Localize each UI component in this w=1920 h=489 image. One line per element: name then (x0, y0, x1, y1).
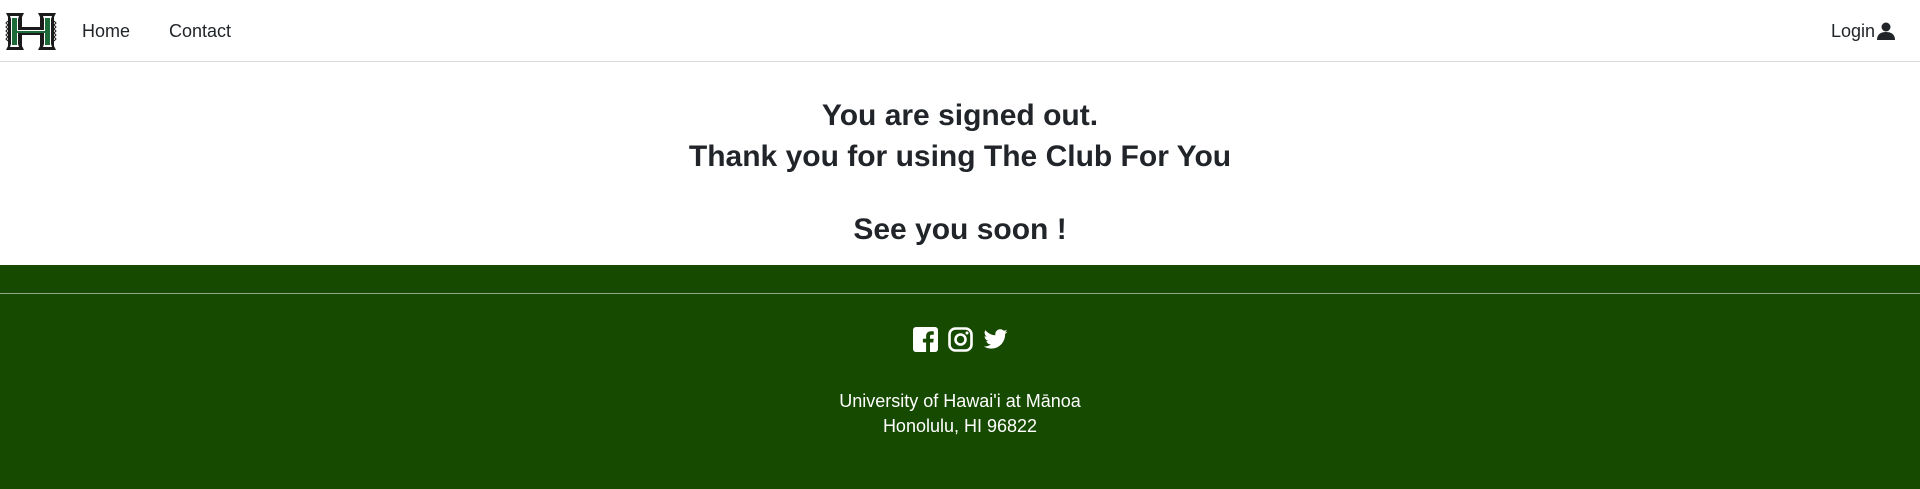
page-footer: University of Hawai'i at Mānoa Honolulu,… (0, 265, 1920, 489)
footer-address: University of Hawai'i at Mānoa Honolulu,… (0, 389, 1920, 439)
nav-contact-link[interactable]: Contact (169, 20, 231, 42)
signout-message: You are signed out. Thank you for using … (0, 62, 1920, 265)
instagram-icon[interactable] (947, 327, 973, 352)
footer-divider (0, 293, 1920, 294)
top-navbar: Home Contact Login (0, 0, 1920, 62)
social-links (0, 327, 1920, 352)
nav-home-link[interactable]: Home (82, 20, 130, 42)
university-h-logo-icon[interactable] (4, 11, 58, 52)
login-button[interactable]: Login (1831, 20, 1896, 42)
address-line-1: University of Hawai'i at Mānoa (839, 391, 1081, 411)
address-line-2: Honolulu, HI 96822 (882, 416, 1038, 436)
login-label: Login (1830, 21, 1875, 41)
facebook-icon[interactable] (912, 327, 938, 352)
see-you-soon-heading: See you soon ! (853, 213, 1067, 246)
twitter-icon[interactable] (983, 327, 1008, 352)
thank-you-heading: Thank you for using The Club For You (688, 140, 1232, 173)
user-icon (1877, 22, 1895, 40)
signed-out-heading: You are signed out. (821, 99, 1099, 132)
